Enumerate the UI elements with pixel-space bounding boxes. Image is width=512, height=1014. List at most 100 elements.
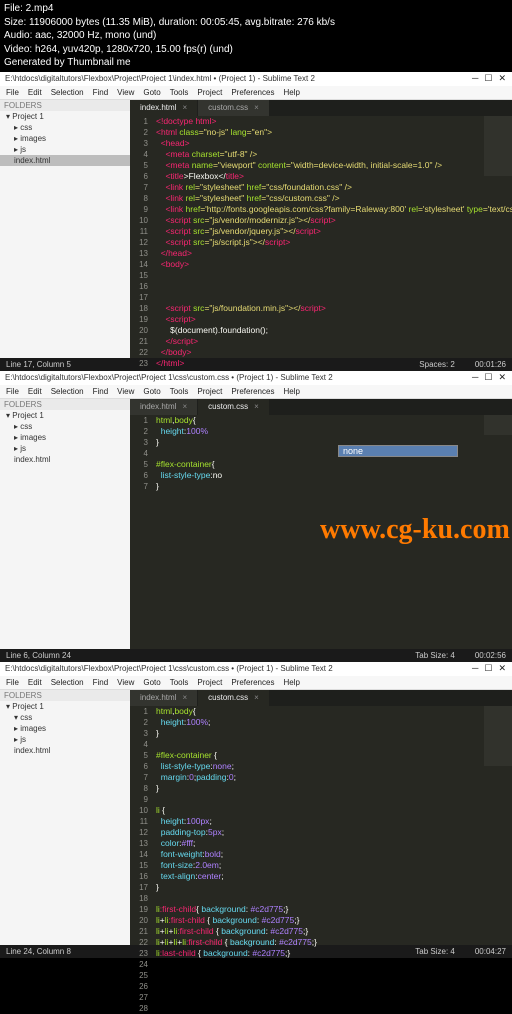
tab-custom[interactable]: custom.css× <box>198 100 270 116</box>
tab-close-icon[interactable]: × <box>182 402 187 411</box>
code-area[interactable]: <!doctype html> <html class="no-js" lang… <box>156 116 482 369</box>
window-1: E:\htdocs\digitaltutors\Flexbox\Project\… <box>0 72 512 371</box>
menu-file[interactable]: File <box>6 678 19 687</box>
sidebar-project[interactable]: ▾ Project 1 <box>0 701 130 712</box>
menu-view[interactable]: View <box>117 387 134 396</box>
menu-project[interactable]: Project <box>197 387 222 396</box>
cursor-pos: Line 6, Column 24 <box>6 651 71 660</box>
tab-close-icon[interactable]: × <box>182 693 187 702</box>
sidebar-header: FOLDERS <box>0 690 130 701</box>
tab-custom[interactable]: custom.css× <box>198 690 270 706</box>
menu-file[interactable]: File <box>6 387 19 396</box>
window-title: E:\htdocs\digitaltutors\Flexbox\Project\… <box>5 74 315 83</box>
menu-preferences[interactable]: Preferences <box>231 387 274 396</box>
menu-tools[interactable]: Tools <box>170 88 189 97</box>
video-line: Video: h264, yuv420p, 1280x720, 15.00 fp… <box>4 43 508 57</box>
sidebar-js[interactable]: ▸ js <box>0 443 130 454</box>
menu-edit[interactable]: Edit <box>28 88 42 97</box>
sidebar-index[interactable]: index.html <box>0 454 130 465</box>
editor[interactable]: index.html× custom.css× 1 2 3 4 5 6 7 8 … <box>130 690 512 945</box>
line-gutter: 1 2 3 4 5 6 7 8 9 10 11 12 13 14 15 16 1… <box>130 116 152 358</box>
menu-edit[interactable]: Edit <box>28 678 42 687</box>
menu-goto[interactable]: Goto <box>143 88 160 97</box>
sidebar: FOLDERS ▾ Project 1 ▸ css ▸ images ▸ js … <box>0 100 130 358</box>
tab-close-icon[interactable]: × <box>182 103 187 112</box>
minimap[interactable] <box>484 706 512 766</box>
menu-preferences[interactable]: Preferences <box>231 678 274 687</box>
tab-index[interactable]: index.html× <box>130 100 198 116</box>
menubar: File Edit Selection Find View Goto Tools… <box>0 676 512 690</box>
menu-find[interactable]: Find <box>93 678 109 687</box>
minimize-icon[interactable]: ─ <box>472 73 478 84</box>
sidebar: FOLDERS ▾ Project 1 ▸ css ▸ images ▸ js … <box>0 399 130 649</box>
menu-help[interactable]: Help <box>283 678 299 687</box>
menu-help[interactable]: Help <box>283 88 299 97</box>
sidebar-header: FOLDERS <box>0 100 130 111</box>
menu-find[interactable]: Find <box>93 88 109 97</box>
cursor-pos: Line 17, Column 5 <box>6 360 71 369</box>
menu-view[interactable]: View <box>117 678 134 687</box>
minimap[interactable] <box>484 415 512 435</box>
menu-selection[interactable]: Selection <box>51 678 84 687</box>
editor[interactable]: index.html× custom.css× 1 2 3 4 5 6 7 8 … <box>130 100 512 358</box>
sidebar-js[interactable]: ▸ js <box>0 144 130 155</box>
cursor-pos: Line 24, Column 8 <box>6 947 71 956</box>
maximize-icon[interactable]: ☐ <box>484 663 492 674</box>
window-2: E:\htdocs\digitaltutors\Flexbox\Project\… <box>0 371 512 662</box>
maximize-icon[interactable]: ☐ <box>484 73 492 84</box>
menu-help[interactable]: Help <box>283 387 299 396</box>
sidebar-project[interactable]: ▾ Project 1 <box>0 111 130 122</box>
tab-close-icon[interactable]: × <box>254 402 259 411</box>
menu-edit[interactable]: Edit <box>28 387 42 396</box>
sidebar-css[interactable]: ▸ css <box>0 421 130 432</box>
autocomplete-popup[interactable]: none <box>338 445 458 457</box>
sidebar-images[interactable]: ▸ images <box>0 432 130 443</box>
editor[interactable]: index.html× custom.css× 1 2 3 4 5 6 7 ht… <box>130 399 512 649</box>
line-gutter: 1 2 3 4 5 6 7 8 9 10 11 12 13 14 15 16 1… <box>130 706 152 945</box>
sidebar-index[interactable]: index.html <box>0 745 130 756</box>
sidebar-css[interactable]: ▾ css <box>0 712 130 723</box>
timestamp: 00:02:56 <box>475 651 506 660</box>
close-icon[interactable]: ✕ <box>498 372 506 383</box>
menu-project[interactable]: Project <box>197 678 222 687</box>
sidebar-project[interactable]: ▾ Project 1 <box>0 410 130 421</box>
tab-close-icon[interactable]: × <box>254 103 259 112</box>
sidebar-css[interactable]: ▸ css <box>0 122 130 133</box>
line-gutter: 1 2 3 4 5 6 7 <box>130 415 152 649</box>
menu-goto[interactable]: Goto <box>143 678 160 687</box>
menu-selection[interactable]: Selection <box>51 88 84 97</box>
titlebar: E:\htdocs\digitaltutors\Flexbox\Project\… <box>0 72 512 86</box>
maximize-icon[interactable]: ☐ <box>484 372 492 383</box>
menu-file[interactable]: File <box>6 88 19 97</box>
tab-index[interactable]: index.html× <box>130 690 198 706</box>
video-metadata: File: 2.mp4 Size: 11906000 bytes (11.35 … <box>0 0 512 72</box>
minimap[interactable] <box>484 116 512 176</box>
titlebar: E:\htdocs\digitaltutors\Flexbox\Project\… <box>0 371 512 385</box>
indent-mode[interactable]: Tab Size: 4 <box>415 651 455 660</box>
watermark: www.cg-ku.com <box>320 514 510 546</box>
close-icon[interactable]: ✕ <box>498 73 506 84</box>
menu-selection[interactable]: Selection <box>51 387 84 396</box>
menu-tools[interactable]: Tools <box>170 387 189 396</box>
menu-preferences[interactable]: Preferences <box>231 88 274 97</box>
size-line: Size: 11906000 bytes (11.35 MiB), durati… <box>4 16 508 30</box>
sidebar-js[interactable]: ▸ js <box>0 734 130 745</box>
menu-tools[interactable]: Tools <box>170 678 189 687</box>
code-area[interactable]: html,body{ height:100%; } #flex-containe… <box>156 706 482 959</box>
tab-index[interactable]: index.html× <box>130 399 198 415</box>
sidebar-images[interactable]: ▸ images <box>0 723 130 734</box>
sidebar-index[interactable]: index.html <box>0 155 130 166</box>
menu-goto[interactable]: Goto <box>143 387 160 396</box>
tab-custom[interactable]: custom.css× <box>198 399 270 415</box>
minimize-icon[interactable]: ─ <box>472 663 478 674</box>
sidebar: FOLDERS ▾ Project 1 ▾ css ▸ images ▸ js … <box>0 690 130 945</box>
sidebar-images[interactable]: ▸ images <box>0 133 130 144</box>
autocomplete-option[interactable]: none <box>339 446 457 456</box>
minimize-icon[interactable]: ─ <box>472 372 478 383</box>
close-icon[interactable]: ✕ <box>498 663 506 674</box>
menu-view[interactable]: View <box>117 88 134 97</box>
menu-find[interactable]: Find <box>93 387 109 396</box>
menu-project[interactable]: Project <box>197 88 222 97</box>
audio-line: Audio: aac, 32000 Hz, mono (und) <box>4 29 508 43</box>
tab-close-icon[interactable]: × <box>254 693 259 702</box>
